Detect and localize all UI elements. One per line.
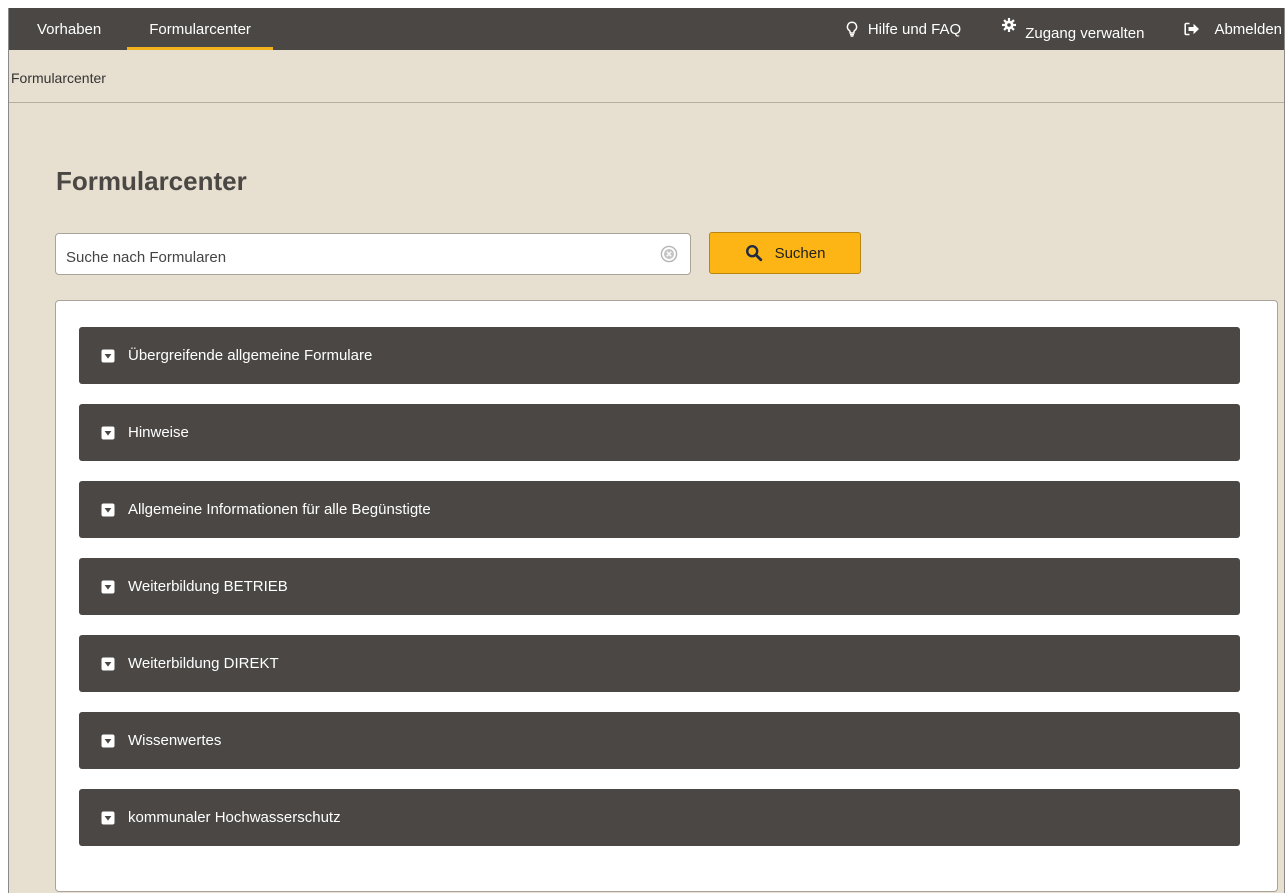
tab-vorhaben-label: Vorhaben bbox=[37, 20, 102, 38]
accordion-item-general-forms[interactable]: Übergreifende allgemeine Formulare bbox=[79, 327, 1240, 384]
nav-links: Hilfe und FAQ Zugang verwalten Abmelden bbox=[844, 8, 1284, 50]
logout-icon bbox=[1184, 21, 1200, 37]
accordion-item-general-info[interactable]: Allgemeine Informationen für alle Begüns… bbox=[79, 481, 1240, 538]
caret-down-icon bbox=[101, 734, 115, 748]
breadcrumb-bar: Formularcenter bbox=[9, 50, 1284, 103]
accordion-item-label: Weiterbildung DIREKT bbox=[128, 655, 279, 672]
tab-vorhaben[interactable]: Vorhaben bbox=[9, 8, 127, 50]
caret-down-icon bbox=[101, 811, 115, 825]
caret-down-icon bbox=[101, 503, 115, 517]
logout-link[interactable]: Abmelden bbox=[1184, 8, 1282, 50]
forms-panel: Übergreifende allgemeine Formulare Hinwe… bbox=[55, 300, 1278, 892]
lightbulb-icon bbox=[844, 21, 860, 37]
search-input[interactable] bbox=[56, 234, 636, 274]
tab-formularcenter[interactable]: Formularcenter bbox=[127, 8, 273, 50]
accordion-item-training-direct[interactable]: Weiterbildung DIREKT bbox=[79, 635, 1240, 692]
search-icon bbox=[745, 244, 763, 262]
accordion-item-label: Weiterbildung BETRIEB bbox=[128, 578, 288, 595]
accordion-item-good-to-know[interactable]: Wissenwertes bbox=[79, 712, 1240, 769]
accordion-item-hints[interactable]: Hinweise bbox=[79, 404, 1240, 461]
accordion-item-label: Wissenwertes bbox=[128, 732, 222, 749]
help-faq-link[interactable]: Hilfe und FAQ bbox=[844, 8, 961, 50]
gear-icon bbox=[1001, 17, 1017, 33]
accordion-item-label: kommunaler Hochwasserschutz bbox=[128, 809, 341, 826]
accordion-item-training-company[interactable]: Weiterbildung BETRIEB bbox=[79, 558, 1240, 615]
accordion-item-flood-protection[interactable]: kommunaler Hochwasserschutz bbox=[79, 789, 1240, 846]
caret-down-icon bbox=[101, 657, 115, 671]
search-box bbox=[55, 233, 691, 275]
manage-access-label: Zugang verwalten bbox=[1025, 24, 1145, 42]
caret-down-icon bbox=[101, 580, 115, 594]
manage-access-link[interactable]: Zugang verwalten bbox=[1001, 8, 1144, 50]
clear-icon[interactable] bbox=[660, 245, 678, 263]
accordion-item-label: Allgemeine Informationen für alle Begüns… bbox=[128, 501, 431, 518]
caret-down-icon bbox=[101, 349, 115, 363]
search-button-label: Suchen bbox=[774, 244, 826, 262]
caret-down-icon bbox=[101, 426, 115, 440]
page-title: Formularcenter bbox=[56, 166, 247, 196]
accordion-item-label: Hinweise bbox=[128, 424, 189, 441]
app-frame: Vorhaben Formularcenter Hilfe und FAQ Zu… bbox=[8, 8, 1285, 893]
breadcrumb: Formularcenter bbox=[11, 70, 106, 86]
nav-tabs: Vorhaben Formularcenter bbox=[9, 8, 273, 50]
top-navigation: Vorhaben Formularcenter Hilfe und FAQ Zu… bbox=[9, 8, 1284, 50]
forms-accordion: Übergreifende allgemeine Formulare Hinwe… bbox=[79, 327, 1240, 866]
tab-formularcenter-label: Formularcenter bbox=[149, 20, 251, 38]
accordion-item-label: Übergreifende allgemeine Formulare bbox=[128, 347, 373, 364]
logout-label: Abmelden bbox=[1214, 20, 1282, 38]
search-button[interactable]: Suchen bbox=[709, 232, 861, 274]
help-faq-label: Hilfe und FAQ bbox=[867, 20, 962, 38]
